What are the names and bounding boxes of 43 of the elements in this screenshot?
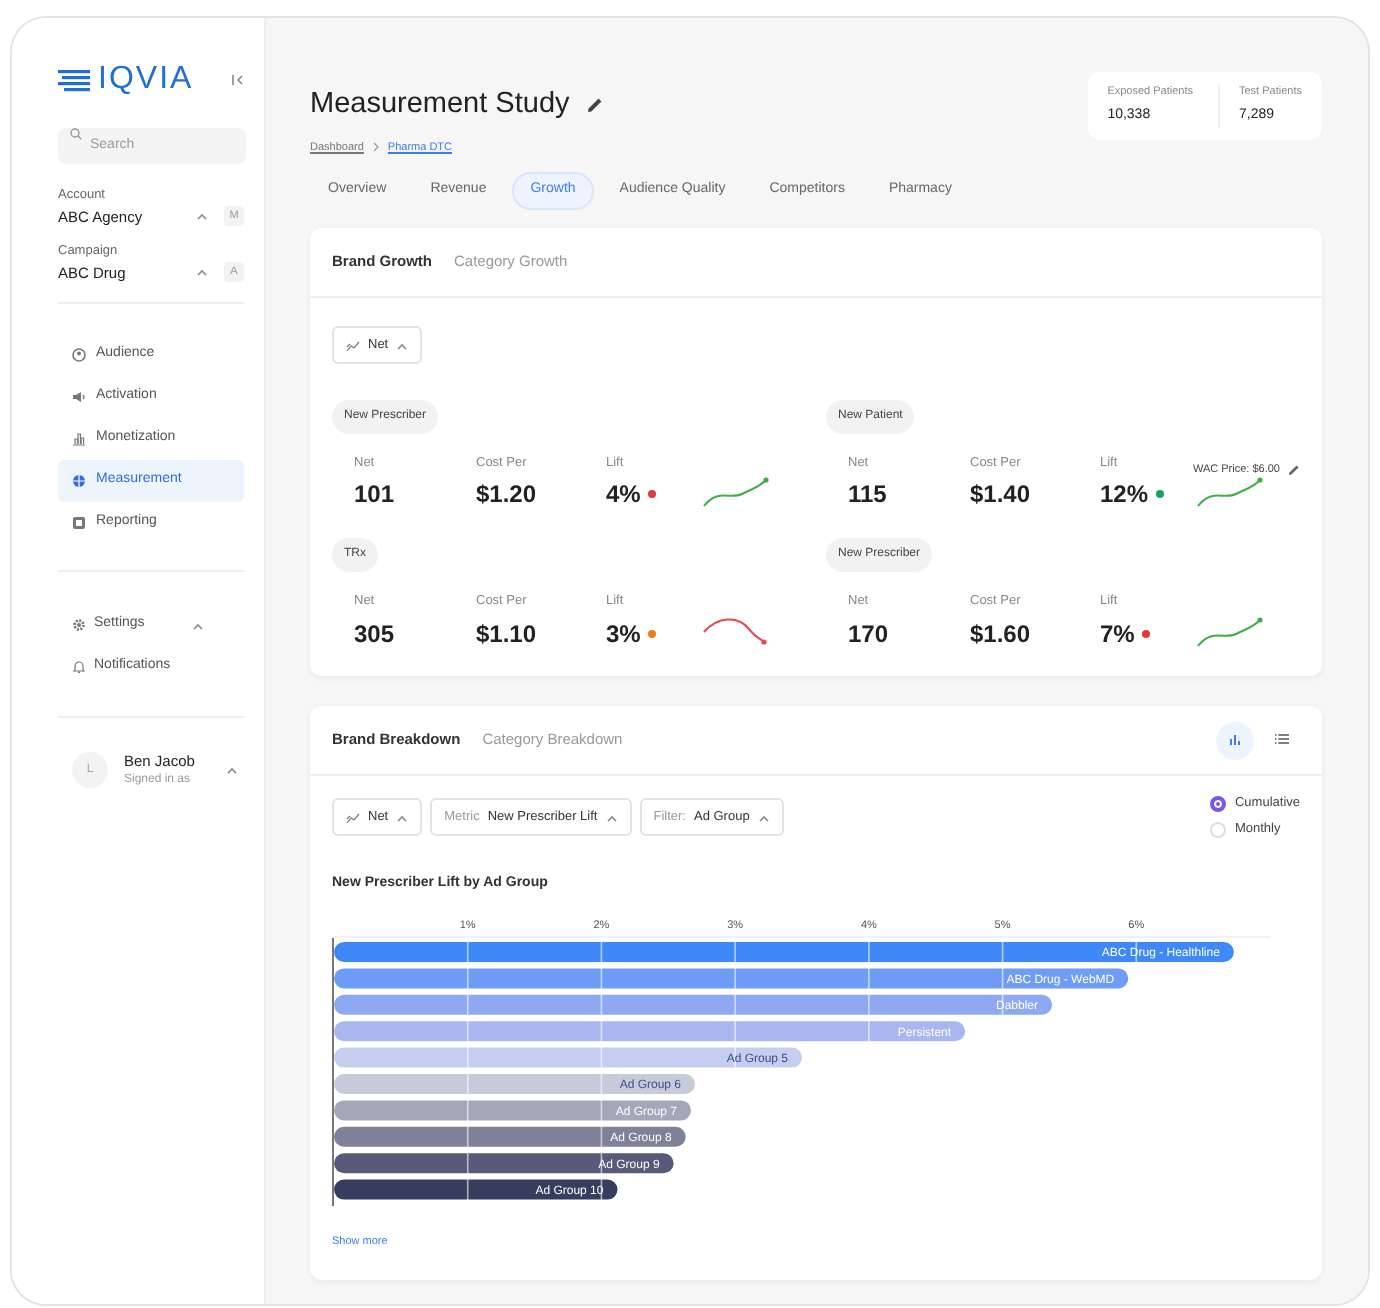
metric-value: 3% xyxy=(606,618,641,652)
metric-value: 170 xyxy=(848,618,889,652)
metric-value: $1.60 xyxy=(970,618,1031,652)
logo-stripes-icon xyxy=(58,68,90,92)
sparkline-drawing xyxy=(1196,616,1264,650)
sparkline-drawing xyxy=(702,476,770,511)
sparkline-drawing xyxy=(1196,476,1264,511)
trend-icon xyxy=(346,339,360,351)
metric-value: 305 xyxy=(354,618,395,652)
list-icon xyxy=(1273,732,1289,748)
caret-icon xyxy=(396,341,409,349)
chart-view-button[interactable] xyxy=(1216,721,1254,759)
search-icon xyxy=(70,128,82,140)
edit-icon[interactable] xyxy=(585,96,604,115)
audience-icon xyxy=(72,348,86,362)
measurement-icon xyxy=(72,474,86,488)
metric-value: $1.20 xyxy=(476,478,537,513)
collapse-icon[interactable] xyxy=(232,74,244,86)
caret-icon xyxy=(196,268,208,277)
edit-icon[interactable] xyxy=(1288,463,1300,476)
logo-text: IQVIA xyxy=(98,64,194,96)
reporting-icon xyxy=(72,516,86,530)
activation-icon xyxy=(72,390,86,404)
metric-value: $1.40 xyxy=(970,478,1031,513)
metric-value: $1.10 xyxy=(476,618,537,652)
metric-value: 7% xyxy=(1100,618,1135,652)
bell-icon xyxy=(72,660,86,674)
gear-icon xyxy=(72,618,86,632)
bar-chart-icon xyxy=(1227,732,1243,748)
sparkline-drawing xyxy=(702,616,770,650)
metric-value: 4% xyxy=(606,478,641,513)
caret-icon xyxy=(196,212,208,221)
trend-icon xyxy=(346,811,360,823)
metric-value: 115 xyxy=(848,478,887,513)
caret-icon xyxy=(226,766,239,775)
metric-value: 12% xyxy=(1100,478,1149,513)
page-title: Measurement Study xyxy=(310,86,570,124)
caret-icon xyxy=(396,813,409,821)
metric-value: 101 xyxy=(354,478,395,513)
chevron-icon xyxy=(371,142,380,153)
caret-icon xyxy=(605,813,618,821)
caret-icon xyxy=(757,813,770,821)
monetization-icon xyxy=(72,432,86,446)
